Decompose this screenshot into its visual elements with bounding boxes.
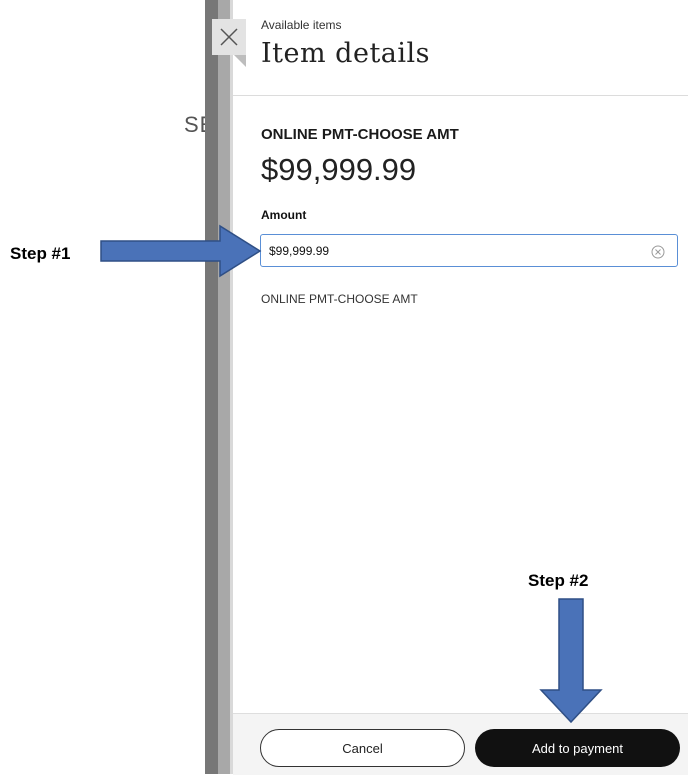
close-button[interactable] <box>212 19 246 55</box>
header-divider <box>233 95 688 96</box>
breadcrumb[interactable]: Available items <box>261 18 341 32</box>
add-to-payment-button[interactable]: Add to payment <box>475 729 680 767</box>
item-description: ONLINE PMT-CHOOSE AMT <box>261 292 418 306</box>
step1-arrow-icon <box>100 224 262 278</box>
amount-input[interactable] <box>269 241 639 261</box>
modal-backdrop-edge <box>205 0 218 774</box>
amount-label: Amount <box>261 208 307 222</box>
clear-icon[interactable] <box>651 245 665 259</box>
close-button-tail <box>234 55 246 67</box>
item-name: ONLINE PMT-CHOOSE AMT <box>261 126 459 143</box>
close-icon <box>220 28 238 46</box>
item-details-panel <box>233 0 688 774</box>
background-page <box>0 0 205 774</box>
page-title: Item details <box>261 38 431 69</box>
step2-label: Step #2 <box>528 571 589 590</box>
item-price: $99,999.99 <box>261 152 417 187</box>
step1-label: Step #1 <box>10 244 71 263</box>
step2-arrow-icon <box>539 598 603 724</box>
cancel-button[interactable]: Cancel <box>260 729 465 767</box>
